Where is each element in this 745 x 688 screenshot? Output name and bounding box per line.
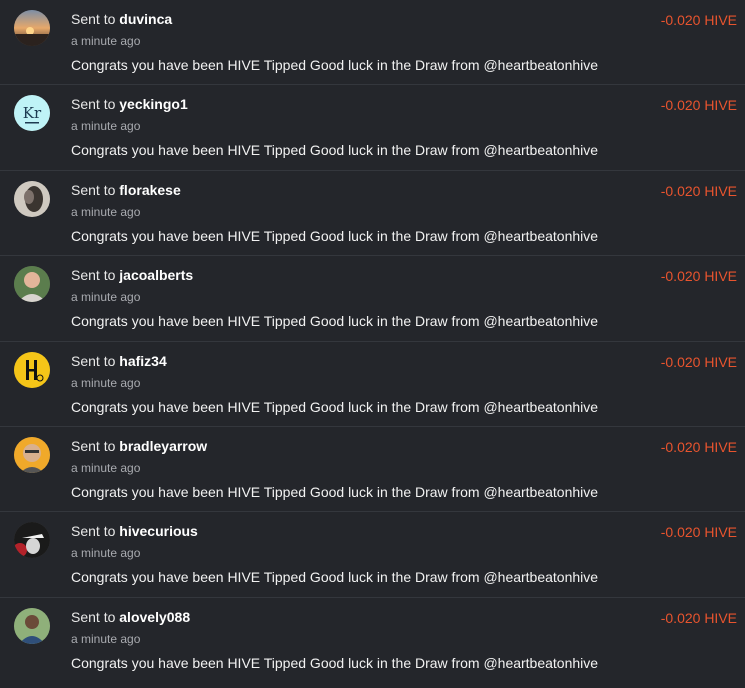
recipient-link[interactable]: jacoalberts xyxy=(119,267,193,283)
person-avatar-icon xyxy=(14,436,50,473)
transfer-title: Sent to alovely088 xyxy=(71,609,190,625)
recipient-link[interactable]: florakese xyxy=(119,182,180,198)
kr-logo-avatar-icon: Kr xyxy=(14,95,50,132)
transfer-title: Sent to hivecurious xyxy=(71,523,198,539)
transfer-memo: Congrats you have been HIVE Tipped Good … xyxy=(71,398,599,415)
avatar[interactable] xyxy=(14,266,50,303)
avatar[interactable] xyxy=(14,180,50,217)
timestamp: a minute ago xyxy=(71,546,141,561)
transfer-amount: -0.020 HIVE xyxy=(660,12,737,28)
recipient-link[interactable]: hivecurious xyxy=(119,523,198,539)
transfer-memo: Congrats you have been HIVE Tipped Good … xyxy=(71,57,599,73)
sent-to-label: Sent to xyxy=(71,608,116,625)
avatar[interactable] xyxy=(14,436,50,473)
transfer-amount: -0.020 HIVE xyxy=(660,268,737,285)
transfer-memo: Congrats you have been HIVE Tipped Good … xyxy=(71,142,599,159)
transfer-memo: Congrats you have been HIVE Tipped Good … xyxy=(71,654,599,671)
timestamp: a minute ago xyxy=(71,375,141,390)
transfer-title: Sent to duvinca xyxy=(71,11,172,27)
transfer-row: Sent to hafiz34 a minute ago Congrats yo… xyxy=(0,342,745,427)
transfer-amount: -0.020 HIVE xyxy=(660,182,737,199)
sunset-avatar-icon xyxy=(14,10,50,46)
timestamp: a minute ago xyxy=(71,34,141,48)
svg-text:Kr: Kr xyxy=(23,104,42,122)
sent-to-label: Sent to xyxy=(71,523,116,540)
transfer-row: Sent to bradleyarrow a minute ago Congra… xyxy=(0,427,745,513)
transfer-row: Sent to duvinca a minute ago Congrats yo… xyxy=(0,0,745,86)
recipient-link[interactable]: alovely088 xyxy=(119,609,190,625)
sent-to-label: Sent to xyxy=(71,352,116,369)
transfer-memo: Congrats you have been HIVE Tipped Good … xyxy=(71,227,599,244)
transfer-title: Sent to florakese xyxy=(71,182,181,198)
transfer-memo: Congrats you have been HIVE Tipped Good … xyxy=(71,569,599,586)
avatar[interactable] xyxy=(14,351,50,388)
h-logo-avatar-icon xyxy=(14,351,50,388)
transfer-amount: -0.020 HIVE xyxy=(660,609,737,626)
timestamp: a minute ago xyxy=(71,204,141,219)
transfer-amount: -0.020 HIVE xyxy=(660,524,737,541)
recipient-link[interactable]: yeckingo1 xyxy=(119,96,187,112)
transfer-row: Sent to hivecurious a minute ago Congrat… xyxy=(0,512,745,598)
recipient-link[interactable]: hafiz34 xyxy=(119,353,166,369)
portrait-avatar-icon xyxy=(14,180,50,217)
transfer-row: Sent to jacoalberts a minute ago Congrat… xyxy=(0,256,745,342)
transfer-row: Kr Sent to yeckingo1 a minute ago Congra… xyxy=(0,85,745,171)
transfer-title: Sent to jacoalberts xyxy=(71,267,193,283)
person-avatar-icon xyxy=(14,266,50,303)
sent-to-label: Sent to xyxy=(71,11,116,27)
transfer-title: Sent to yeckingo1 xyxy=(71,96,188,112)
person-avatar-icon xyxy=(14,607,50,644)
hat-silhouette-avatar-icon xyxy=(14,522,50,559)
transfer-amount: -0.020 HIVE xyxy=(660,438,737,455)
sent-to-label: Sent to xyxy=(71,96,116,113)
avatar[interactable]: Kr xyxy=(14,95,50,132)
avatar[interactable] xyxy=(14,607,50,644)
timestamp: a minute ago xyxy=(71,119,141,134)
timestamp: a minute ago xyxy=(71,460,141,475)
recipient-link[interactable]: duvinca xyxy=(119,11,172,27)
sent-to-label: Sent to xyxy=(71,267,116,284)
sent-to-label: Sent to xyxy=(71,181,116,198)
recipient-link[interactable]: bradleyarrow xyxy=(119,438,207,454)
timestamp: a minute ago xyxy=(71,631,141,646)
transfer-memo: Congrats you have been HIVE Tipped Good … xyxy=(71,313,599,330)
transfer-memo: Congrats you have been HIVE Tipped Good … xyxy=(71,483,599,500)
sent-to-label: Sent to xyxy=(71,437,116,454)
timestamp: a minute ago xyxy=(71,290,141,305)
avatar[interactable] xyxy=(14,522,50,559)
transfer-row: Sent to florakese a minute ago Congrats … xyxy=(0,171,745,257)
transfer-title: Sent to hafiz34 xyxy=(71,353,167,369)
avatar[interactable] xyxy=(14,10,50,46)
transfer-amount: -0.020 HIVE xyxy=(660,97,737,114)
transfer-history-list: Sent to duvinca a minute ago Congrats yo… xyxy=(0,0,745,688)
transfer-amount: -0.020 HIVE xyxy=(660,353,737,370)
transfer-row: Sent to alovely088 a minute ago Congrats… xyxy=(0,598,745,683)
transfer-title: Sent to bradleyarrow xyxy=(71,438,207,454)
